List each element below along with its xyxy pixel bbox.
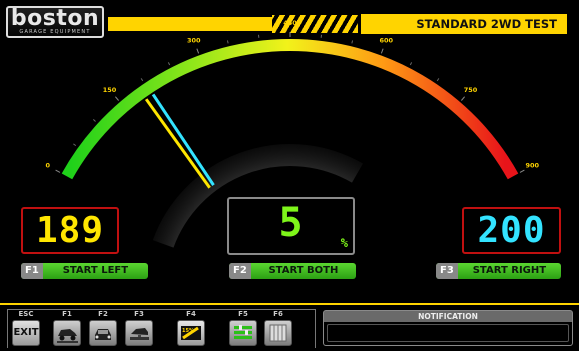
gauge-tick [55,169,61,173]
gauge-tick-label: 300 [187,36,201,44]
imbalance-readout: 5 % [227,197,355,255]
f4-percent-button[interactable]: F4 15% [176,310,206,348]
f5-settings-button[interactable]: F5 [228,310,258,348]
footer-divider [0,303,579,305]
gauge-tick-label: 900 [525,162,539,170]
f6-key-label: F6 [273,310,283,318]
gauge-tick-label: 750 [464,86,478,94]
esc-key-label: ESC [18,310,34,318]
gauge-minor-tick [140,78,144,82]
start-right-button[interactable]: F3 START RIGHT [436,263,561,279]
start-left-label: START LEFT [62,265,129,276]
gauge-minor-tick [226,40,229,44]
gauge-minor-tick [167,62,171,66]
car-side-icon [53,320,81,346]
exit-label: EXIT [12,320,40,346]
notification-title: NOTIFICATION [418,312,478,321]
car-front-icon [89,320,117,346]
left-needle [144,98,211,189]
gauge-tick-label: 0 [45,162,50,170]
start-right-label: START RIGHT [472,265,547,276]
imbalance-value: 5 [278,200,304,246]
start-both-key: F2 [229,263,251,279]
gauge-tick-label: 150 [103,86,117,94]
start-left-button[interactable]: F1 START LEFT [21,263,148,279]
gauge-minor-tick [436,78,440,82]
f3-lift-button[interactable]: F3 [124,310,154,348]
gauge-minor-tick [351,40,354,44]
percent-badge: 15% [182,328,194,334]
grid-panel-icon [264,320,292,346]
gauge-tick [519,169,525,173]
f2-key-label: F2 [98,310,108,318]
gauge-tick [196,48,200,54]
exit-button[interactable]: ESC EXIT [11,310,41,348]
car-lift-icon [125,320,153,346]
percent-gauge-icon: 15% [177,320,205,346]
gauge-tick-label: 450 [283,19,297,27]
imbalance-unit: % [340,236,349,250]
start-right-key: F3 [436,263,458,279]
start-both-button[interactable]: F2 START BOTH [229,263,356,279]
gauge-tick [461,96,466,101]
notification-panel: NOTIFICATION [323,310,573,346]
bars-settings-icon [229,320,257,346]
gauge-tick-label: 600 [379,36,393,44]
f1-key-label: F1 [62,310,72,318]
left-wheel-readout: 189 [21,207,119,254]
gauge-minor-tick [73,143,77,147]
gauge-tick [114,96,119,101]
f6-panel-button[interactable]: F6 [263,310,293,348]
f3-key-label: F3 [134,310,144,318]
f4-key-label: F4 [186,310,196,318]
right-needle [151,93,215,186]
start-left-key: F1 [21,263,43,279]
start-both-label: START BOTH [268,265,339,276]
gauge-tick [380,48,384,54]
notification-message [327,324,569,342]
f1-vehicle-button[interactable]: F1 [52,310,82,348]
f2-vehicle-button[interactable]: F2 [88,310,118,348]
f5-key-label: F5 [238,310,248,318]
gauge-minor-tick [92,119,96,122]
right-wheel-readout: 200 [462,207,561,254]
gauge-minor-tick [409,62,413,66]
